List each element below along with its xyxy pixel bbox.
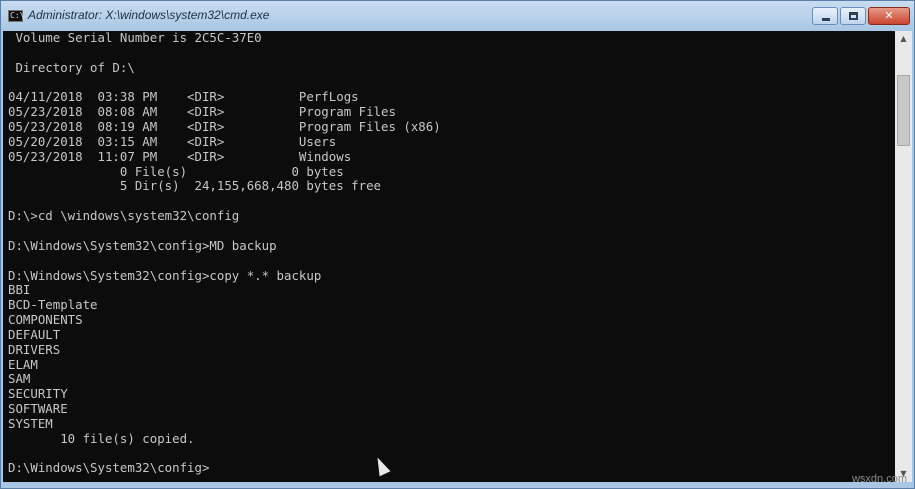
caption-buttons: ✕ xyxy=(810,7,910,25)
maximize-button[interactable] xyxy=(840,7,866,25)
title-bar[interactable]: C:\ Administrator: X:\windows\system32\c… xyxy=(1,1,914,31)
minimize-icon xyxy=(822,18,830,21)
watermark: wsxdn.com xyxy=(851,473,907,485)
console-output[interactable]: Volume Serial Number is 2C5C-37E0 Direct… xyxy=(3,31,895,482)
window-title: Administrator: X:\windows\system32\cmd.e… xyxy=(28,8,270,22)
close-button[interactable]: ✕ xyxy=(868,7,910,25)
maximize-icon xyxy=(849,12,858,20)
close-icon: ✕ xyxy=(884,9,894,22)
cmd-window: C:\ Administrator: X:\windows\system32\c… xyxy=(0,0,915,489)
cmd-app-icon[interactable]: C:\ xyxy=(8,10,24,22)
scroll-up-arrow-icon[interactable]: ▲ xyxy=(895,31,912,47)
console-text: Volume Serial Number is 2C5C-37E0 Direct… xyxy=(8,31,441,476)
minimize-button[interactable] xyxy=(812,7,838,25)
vertical-scrollbar[interactable]: ▲ ▼ xyxy=(895,31,912,482)
scrollbar-thumb[interactable] xyxy=(897,75,910,146)
